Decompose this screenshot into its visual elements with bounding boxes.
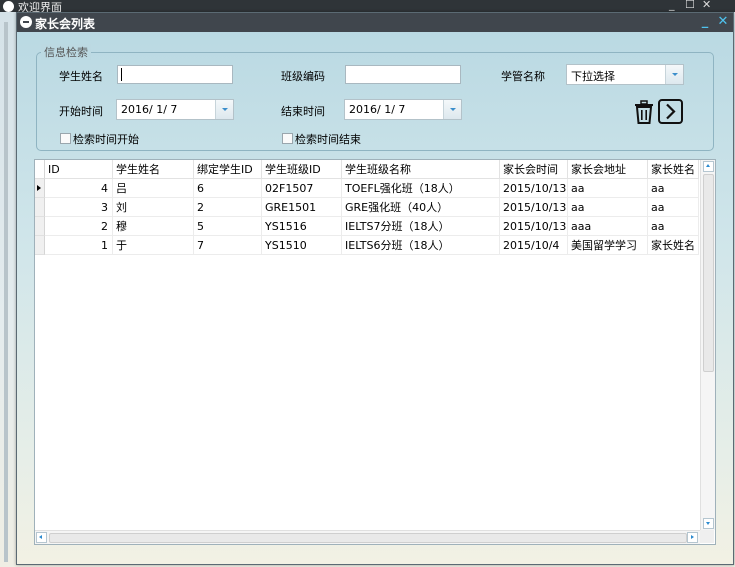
header-class-id[interactable]: 学生班级ID — [262, 160, 342, 179]
cell-meeting-time[interactable]: 2015/10/13 — [500, 198, 568, 217]
search-end-time-label: 检索时间结束 — [295, 133, 361, 146]
cell-id[interactable]: 3 — [45, 198, 113, 217]
cell-student-name[interactable]: 于 — [113, 236, 194, 255]
cell-class-name[interactable]: IELTS6分班（18人） — [342, 236, 500, 255]
app-logo-icon — [20, 16, 32, 28]
cell-class-id[interactable]: GRE1501 — [262, 198, 342, 217]
cell-id[interactable]: 4 — [45, 179, 113, 198]
search-end-time-checkbox[interactable] — [282, 133, 293, 144]
outer-title-bar: 欢迎界面 _ ☐ ✕ — [0, 0, 735, 14]
cell-class-name[interactable]: IELTS7分班（18人） — [342, 217, 500, 236]
cell-class-id[interactable]: YS1510 — [262, 236, 342, 255]
header-parent-name[interactable]: 家长姓名 — [648, 160, 699, 179]
cell-parent-name[interactable]: aa — [648, 217, 699, 236]
search-start-time-label: 检索时间开始 — [73, 133, 139, 146]
cell-meeting-address[interactable]: aa — [568, 179, 648, 198]
close-button[interactable]: ✕ — [716, 14, 730, 30]
header-corner — [35, 160, 45, 179]
scroll-left-arrow-icon[interactable] — [36, 532, 47, 543]
scroll-down-arrow-icon[interactable] — [703, 518, 714, 529]
minimize-button[interactable]: _ — [698, 14, 712, 30]
end-time-label: 结束时间 — [281, 105, 325, 118]
parent-meeting-table[interactable]: ID 学生姓名 绑定学生ID 学生班级ID 学生班级名称 家长会时间 家长会地址 家长姓名 4… — [34, 159, 716, 545]
cell-meeting-address[interactable]: aa — [568, 198, 648, 217]
table-row[interactable]: 2 穆 5 YS1516 IELTS7分班（18人） 2015/10/13 aaa aa — [35, 217, 699, 236]
trash-icon[interactable] — [631, 99, 657, 125]
manager-select[interactable]: 下拉选择 — [566, 64, 684, 85]
table-row[interactable]: 3 刘 2 GRE1501 GRE强化班（40人） 2015/10/13 aa aa — [35, 198, 699, 217]
header-student-name[interactable]: 学生姓名 — [113, 160, 194, 179]
horizontal-scroll-thumb[interactable] — [49, 533, 687, 543]
cell-id[interactable]: 2 — [45, 217, 113, 236]
scroll-up-arrow-icon[interactable] — [703, 161, 714, 172]
cell-bound-student-id[interactable]: 6 — [194, 179, 262, 198]
class-code-label: 班级编码 — [281, 70, 325, 83]
header-class-name[interactable]: 学生班级名称 — [342, 160, 500, 179]
cell-meeting-address[interactable]: aaa — [568, 217, 648, 236]
cell-student-name[interactable]: 吕 — [113, 179, 194, 198]
window-title-bar[interactable]: 家长会列表 _ ✕ — [17, 13, 733, 32]
start-time-label: 开始时间 — [59, 105, 103, 118]
cell-id[interactable]: 1 — [45, 236, 113, 255]
row-header[interactable] — [35, 179, 45, 198]
row-header[interactable] — [35, 198, 45, 217]
cell-parent-name[interactable]: aa — [648, 179, 699, 198]
cell-meeting-time[interactable]: 2015/10/13 — [500, 179, 568, 198]
outer-minimize-button[interactable]: _ — [669, 0, 675, 11]
table-header: ID 学生姓名 绑定学生ID 学生班级ID 学生班级名称 家长会时间 家长会地址 家长姓名 — [35, 160, 699, 179]
cell-bound-student-id[interactable]: 7 — [194, 236, 262, 255]
cell-class-id[interactable]: 02F1507 — [262, 179, 342, 198]
outer-close-button[interactable]: ✕ — [702, 0, 711, 11]
cell-meeting-time[interactable]: 2015/10/13 — [500, 217, 568, 236]
outer-left-edge — [4, 22, 8, 562]
current-row-pointer-icon — [37, 185, 41, 191]
cell-meeting-address[interactable]: 美国留学学习 — [568, 236, 648, 255]
cell-bound-student-id[interactable]: 5 — [194, 217, 262, 236]
chevron-down-icon[interactable] — [443, 100, 461, 119]
text-caret — [121, 68, 122, 81]
student-name-label: 学生姓名 — [59, 70, 103, 83]
chevron-down-icon[interactable] — [215, 100, 233, 119]
vertical-scrollbar[interactable] — [700, 160, 715, 530]
header-meeting-time[interactable]: 家长会时间 — [500, 160, 568, 179]
scroll-right-arrow-icon[interactable] — [687, 532, 698, 543]
start-date-value: 2016/ 1/ 7 — [121, 103, 178, 116]
chevron-right-icon[interactable] — [658, 99, 683, 124]
outer-app-logo-icon — [3, 1, 14, 12]
row-header[interactable] — [35, 217, 45, 236]
student-name-input[interactable] — [117, 65, 233, 84]
scrollbar-corner — [700, 530, 714, 543]
manager-label: 学管名称 — [501, 70, 545, 83]
header-id[interactable]: ID — [45, 160, 113, 179]
cell-class-name[interactable]: TOEFL强化班（18人） — [342, 179, 500, 198]
chevron-down-icon[interactable] — [665, 65, 683, 84]
outer-maximize-button[interactable]: ☐ — [685, 0, 695, 11]
manager-select-value: 下拉选择 — [571, 70, 615, 83]
search-group-title: 信息检索 — [41, 44, 91, 60]
parent-meeting-list-window: 家长会列表 _ ✕ 信息检索 学生姓名 班级编码 学管名称 下拉选择 开始时间 … — [16, 12, 734, 565]
header-meeting-address[interactable]: 家长会地址 — [568, 160, 648, 179]
cell-meeting-time[interactable]: 2015/10/4 — [500, 236, 568, 255]
cell-student-name[interactable]: 穆 — [113, 217, 194, 236]
table-row[interactable]: 4 吕 6 02F1507 TOEFL强化班（18人） 2015/10/13 aa aa — [35, 179, 699, 198]
cell-class-id[interactable]: YS1516 — [262, 217, 342, 236]
search-start-time-checkbox[interactable] — [60, 133, 71, 144]
start-date-picker[interactable]: 2016/ 1/ 7 — [116, 99, 234, 120]
end-date-value: 2016/ 1/ 7 — [349, 103, 406, 116]
end-date-picker[interactable]: 2016/ 1/ 7 — [344, 99, 462, 120]
cell-student-name[interactable]: 刘 — [113, 198, 194, 217]
cell-class-name[interactable]: GRE强化班（40人） — [342, 198, 500, 217]
cell-bound-student-id[interactable]: 2 — [194, 198, 262, 217]
horizontal-scrollbar[interactable] — [35, 530, 700, 544]
row-header[interactable] — [35, 236, 45, 255]
table-row[interactable]: 1 于 7 YS1510 IELTS6分班（18人） 2015/10/4 美国留学学习 家长姓… — [35, 236, 699, 255]
class-code-input[interactable] — [345, 65, 461, 84]
window-title: 家长会列表 — [35, 17, 96, 31]
header-bound-student-id[interactable]: 绑定学生ID — [194, 160, 262, 179]
cell-parent-name[interactable]: 家长姓名 — [648, 236, 699, 255]
vertical-scroll-thumb[interactable] — [703, 174, 714, 372]
cell-parent-name[interactable]: aa — [648, 198, 699, 217]
